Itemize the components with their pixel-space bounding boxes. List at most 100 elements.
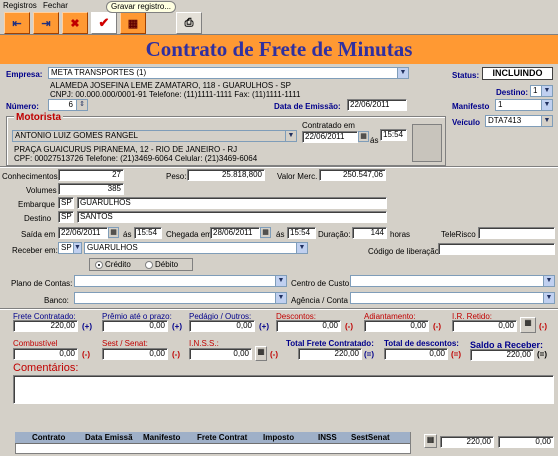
receber-city-select[interactable]: GUARULHOS ▼ [84,242,308,254]
frete-contratado-field[interactable]: 220,00 [13,320,78,332]
inss-field[interactable]: 0,00 [189,348,252,360]
pedagio-field[interactable]: 0,00 [189,320,255,332]
motorista-select[interactable]: ANTONIO LUIZ GOMES RANGEL ▼ [12,130,297,142]
chevron-down-icon[interactable]: ▼ [275,293,286,303]
sest-senat-field[interactable]: 0,00 [102,348,168,360]
empresa-cnpj: CNPJ: 00.000.000/0001-91 Telefone: (11)1… [50,90,301,99]
col-imposto[interactable]: Imposto [263,433,294,442]
col-inss[interactable]: INSS [318,433,337,442]
total-imposto-grid: 0,00 [498,436,554,448]
empresa-select[interactable]: META TRANSPORTES (1) ▼ [48,67,409,79]
receber-city-value: GUARULHOS [87,243,138,252]
chevron-down-icon[interactable]: ▼ [541,100,552,110]
chevron-down-icon[interactable]: ▼ [543,276,554,286]
embarque-label: Embarque [18,200,55,209]
combustivel-label: Combustível [13,339,58,348]
adiantamento-sign: (-) [433,322,441,331]
volumes-field[interactable]: 385 [58,183,124,195]
sest-senat-label: Sest / Senat: [102,339,148,348]
destino-select[interactable]: 1 ▼ [530,85,553,97]
veiculo-label: Veículo [452,118,481,127]
inss-label: I.N.S.S.: [189,339,219,348]
plano-contas-label: Plano de Contas: [11,279,73,288]
veiculo-value: DTA7413 [488,116,522,125]
spin-icon[interactable]: ⇕ [76,100,87,110]
col-frete-contrat[interactable]: Frete Contrat [197,433,247,442]
manifesto-select[interactable]: 1 ▼ [495,99,553,111]
motorista-address: PRAÇA GUAICURUS PIRANEMA, 12 - RIO DE JA… [14,145,238,154]
combustivel-sign: (-) [82,350,90,359]
save-tooltip: Gravar registro... [106,1,177,13]
calendar-icon[interactable]: ▦ [108,227,119,238]
chevron-down-icon[interactable]: ▼ [541,116,552,126]
plano-contas-select[interactable]: ▼ [74,275,287,287]
duracao-field[interactable]: 144 [352,227,387,239]
destino2-uf-field[interactable]: SP [58,211,74,223]
premio-field[interactable]: 0,00 [102,320,168,332]
col-contrato[interactable]: Contrato [32,433,65,442]
chevron-down-icon[interactable]: ▼ [285,131,296,141]
valor-merc-field[interactable]: 250.547,06 [319,169,386,181]
calculator-button[interactable]: ▦ [120,12,146,34]
col-data-emissao[interactable]: Data Emissã [85,433,133,442]
saldo-field: 220,00 [470,349,534,361]
codigo-lib-field[interactable] [438,243,555,255]
embarque-city-field[interactable]: GUARULHOS [77,197,387,209]
contratado-date-field[interactable]: 22/06/2011 [302,131,358,143]
new-record-button[interactable]: ⇥ [33,12,59,34]
total-descontos-sign: (=) [451,350,461,359]
contratado-time-field[interactable]: 15:54 [380,129,407,141]
duracao-label: Duração: [318,230,351,239]
contratado-as: ás [370,136,379,145]
telerisco-field[interactable] [478,227,555,239]
ir-retido-sign: (-) [539,322,547,331]
comentarios-textarea[interactable] [13,375,554,404]
chevron-down-icon[interactable]: ▼ [543,293,554,303]
saida-date-field[interactable]: 22/06/2011 [58,227,108,239]
descontos-field[interactable]: 0,00 [276,320,341,332]
calendar-icon[interactable]: ▦ [260,227,271,238]
col-sestsenat[interactable]: SestSenat [351,433,390,442]
calculator-inss-button[interactable]: ▦ [255,346,267,361]
veiculo-select[interactable]: DTA7413 ▼ [485,115,553,127]
saida-time-field[interactable]: 15:54 [134,227,162,239]
sest-senat-sign: (-) [172,350,180,359]
destino2-city-field[interactable]: SANTOS [77,211,387,223]
chevron-down-icon[interactable]: ▼ [275,276,286,286]
chegada-time-field[interactable]: 15:54 [287,227,316,239]
first-record-button[interactable]: ⇤ [4,12,30,34]
save-button[interactable]: ✔ [91,12,117,34]
chegada-date-field[interactable]: 28/06/2011 [210,227,260,239]
calendar-icon[interactable]: ▦ [358,131,369,142]
ir-retido-field[interactable]: 0,00 [452,320,517,332]
agencia-select[interactable]: ▼ [350,292,555,304]
conhecimentos-field[interactable]: 27 [58,169,124,181]
combustivel-field[interactable]: 0,00 [13,348,78,360]
banco-select[interactable]: ▼ [74,292,287,304]
adiantamento-field[interactable]: 0,00 [364,320,429,332]
conhecimentos-label: Conhecimentos: [2,172,60,181]
menu-fechar[interactable]: Fechar [43,1,68,10]
total-frete-grid: 220,00 [440,436,494,448]
print-button[interactable]: ⎙ [176,12,202,34]
peso-field[interactable]: 25.818,800 [187,169,265,181]
delete-button[interactable]: ✖ [62,12,88,34]
chevron-down-icon[interactable]: ▼ [73,243,81,253]
radio-credito[interactable]: Crédito [95,260,131,269]
calculator-ir-button[interactable]: ▦ [520,317,536,333]
emissao-label: Data de Emissão: [274,102,341,111]
menu-registros[interactable]: Registros [3,1,37,10]
radio-debito[interactable]: Débito [145,260,178,269]
numero-stepper[interactable]: 6 ⇕ [48,99,88,111]
chevron-down-icon[interactable]: ▼ [541,86,552,96]
embarque-uf-field[interactable]: SP [58,197,74,209]
col-manifesto[interactable]: Manifesto [143,433,180,442]
receber-uf-select[interactable]: SP ▼ [58,242,82,254]
chevron-down-icon[interactable]: ▼ [397,68,408,78]
calculator-totals-button[interactable]: ▦ [424,434,437,448]
chevron-down-icon[interactable]: ▼ [296,243,307,253]
empresa-value: META TRANSPORTES (1) [51,68,147,77]
emissao-field[interactable]: 22/06/2011 [347,99,407,111]
centro-custo-select[interactable]: ▼ [350,275,555,287]
frete-contratado-sign: (+) [82,322,92,331]
